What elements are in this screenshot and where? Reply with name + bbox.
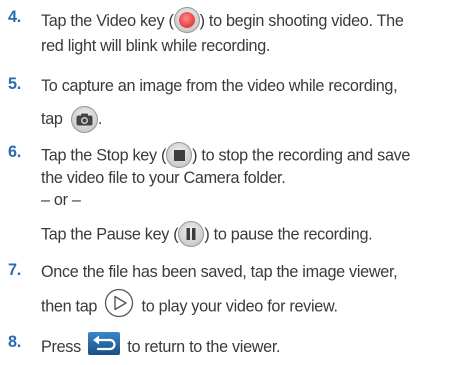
play-icon — [104, 288, 134, 324]
video-record-icon — [173, 7, 200, 34]
step-5-line-1: To capture an image from the video while… — [41, 77, 398, 95]
step-number: 5. — [8, 75, 21, 93]
step-number: 4. — [8, 8, 21, 26]
step-6-line-1: Tap the Stop key ( ) to stop the recordi… — [41, 142, 410, 169]
step-7-line-1: Once the file has been saved, tap the im… — [41, 263, 398, 281]
stop-icon — [166, 142, 193, 168]
step-8-line-1: Press to return to the viewer. — [41, 332, 281, 362]
camera-icon — [70, 106, 98, 133]
step-5-line-2: tap . — [41, 106, 102, 133]
step-4-line-1: Tap the Video key ( ) to begin shooting … — [41, 7, 404, 35]
step-4-line-2: red light will blink while recording. — [41, 37, 271, 55]
pause-icon — [178, 221, 205, 247]
step-7-line-2: then tap to play your video for review. — [41, 288, 338, 325]
step-6-line-2: the video file to your Camera folder. — [41, 169, 286, 187]
step-number: 6. — [8, 143, 21, 161]
or-separator: – or – — [41, 191, 81, 209]
step-number: 8. — [8, 333, 21, 351]
back-icon — [88, 332, 121, 361]
step-6-line-4: Tap the Pause key ( ) to pause the recor… — [41, 221, 373, 248]
step-number: 7. — [8, 261, 21, 279]
